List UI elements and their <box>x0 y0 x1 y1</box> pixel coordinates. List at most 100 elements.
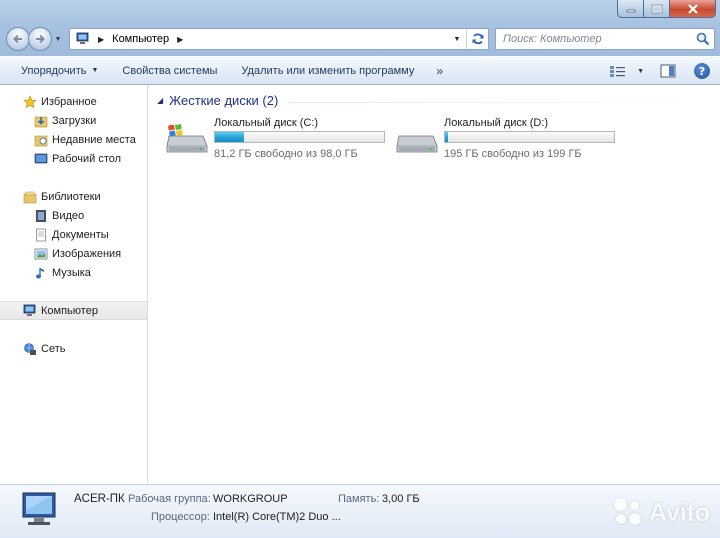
recent-places-icon <box>33 132 49 148</box>
nav-label: Музыка <box>52 266 91 279</box>
downloads-folder-icon <box>33 113 49 129</box>
nav-item-libraries[interactable]: Библиотеки <box>0 187 147 206</box>
memory-label: Память: <box>338 493 380 505</box>
computer-icon <box>76 32 89 44</box>
group-divider <box>289 102 709 103</box>
explorer-window: ▼ ▶ Компьютер ▶ ▼ Поиск: Компьютер Упоря… <box>0 0 720 538</box>
libraries-icon <box>22 189 38 205</box>
drive-name: Локальный диск (C:) <box>214 117 319 129</box>
workgroup-value: WORKGROUP <box>213 493 288 505</box>
command-bar: Упорядочить ▼ Свойства системы Удалить ил… <box>0 56 720 85</box>
nav-label: Недавние места <box>52 133 136 146</box>
workgroup-label: Рабочая группа: <box>128 493 211 505</box>
close-icon <box>687 3 698 14</box>
star-icon <box>22 94 38 110</box>
view-icon <box>610 66 626 77</box>
organize-label: Упорядочить <box>21 64 87 77</box>
navigation-pane: Избранное Загрузки Недавние места Рабочи… <box>0 86 148 484</box>
breadcrumb-separator-icon[interactable]: ▶ <box>98 35 104 44</box>
forward-button[interactable] <box>28 27 52 51</box>
content-area: ◢ Жесткие диски (2) Локальный диск (C:) … <box>149 86 720 484</box>
hard-drive-icon <box>396 135 438 153</box>
help-icon: ? <box>694 63 710 79</box>
close-button[interactable] <box>670 0 716 18</box>
refresh-button[interactable] <box>466 29 488 49</box>
group-header[interactable]: ◢ Жесткие диски (2) <box>157 93 278 108</box>
nav-item-pictures[interactable]: Изображения <box>0 244 147 263</box>
recent-pages-dropdown[interactable]: ▼ <box>53 27 63 51</box>
nav-item-video[interactable]: Видео <box>0 206 147 225</box>
cpu-value: Intel(R) Core(TM)2 Duo ... <box>213 511 341 523</box>
nav-item-documents[interactable]: Документы <box>0 225 147 244</box>
avito-logo-icon <box>612 496 644 528</box>
nav-item-music[interactable]: Музыка <box>0 263 147 282</box>
collapse-triangle-icon[interactable]: ◢ <box>157 96 163 105</box>
search-box[interactable]: Поиск: Компьютер <box>495 28 715 50</box>
nav-label: Изображения <box>52 247 122 260</box>
title-bar: ▼ ▶ Компьютер ▶ ▼ Поиск: Компьютер <box>0 0 720 56</box>
address-dropdown[interactable]: ▼ <box>450 29 464 49</box>
nav-label: Загрузки <box>52 114 97 127</box>
back-button[interactable] <box>6 27 30 51</box>
drive-free-space: 81,2 ГБ свободно из 98,0 ГБ <box>214 148 358 160</box>
video-icon <box>33 208 49 224</box>
back-arrow-icon <box>13 34 22 44</box>
nav-item-downloads[interactable]: Загрузки <box>0 111 147 130</box>
minimize-icon <box>626 9 635 12</box>
watermark-text: Avito <box>648 496 710 527</box>
view-options-dropdown[interactable]: ▼ <box>633 57 648 85</box>
memory-value: 3,00 ГБ <box>382 493 420 505</box>
nav-item-favorites[interactable]: Избранное <box>0 92 147 111</box>
nav-item-desktop[interactable]: Рабочий стол <box>0 149 147 168</box>
maximize-icon <box>651 4 662 13</box>
help-button[interactable]: ? <box>688 57 720 85</box>
drive-name: Локальный диск (D:) <box>444 117 549 129</box>
maximize-button[interactable] <box>644 0 670 18</box>
network-icon <box>22 341 38 357</box>
computer-icon <box>22 492 56 525</box>
uninstall-program-button[interactable]: Удалить или изменить программу <box>229 57 426 85</box>
search-placeholder[interactable]: Поиск: Компьютер <box>503 33 602 45</box>
music-icon <box>33 265 49 281</box>
preview-pane-button[interactable] <box>648 57 688 85</box>
nav-label: Компьютер <box>41 304 98 317</box>
drive-usage-fill <box>445 132 449 142</box>
cpu-label: Процессор: <box>151 511 210 523</box>
more-commands-button[interactable]: » <box>426 64 453 78</box>
nav-label: Видео <box>52 209 85 222</box>
nav-label: Рабочий стол <box>52 152 122 165</box>
drive-c[interactable]: Локальный диск (C:) 81,2 ГБ свободно из … <box>165 116 395 162</box>
minimize-button[interactable] <box>617 0 644 18</box>
drive-usage-fill <box>215 132 244 142</box>
preview-pane-icon <box>660 64 676 78</box>
change-view-button[interactable] <box>603 57 633 85</box>
computer-name: ACER-ПК <box>74 493 125 505</box>
forward-arrow-icon <box>36 34 45 44</box>
chevron-down-icon: ▼ <box>91 67 99 74</box>
view-controls: ▼ ? <box>603 57 720 85</box>
refresh-icon <box>472 33 483 45</box>
drive-free-space: 195 ГБ свободно из 199 ГБ <box>444 148 582 160</box>
nav-item-computer[interactable]: Компьютер <box>0 301 147 320</box>
computer-icon <box>22 303 38 319</box>
organize-menu[interactable]: Упорядочить ▼ <box>0 57 110 85</box>
address-bar[interactable]: ▶ Компьютер ▶ ▼ <box>69 28 489 50</box>
nav-item-network[interactable]: Сеть <box>0 339 147 358</box>
nav-label: Сеть <box>41 342 66 355</box>
group-title: Жесткие диски (2) <box>169 93 279 108</box>
documents-icon <box>33 227 49 243</box>
avito-watermark: Avito <box>612 496 710 528</box>
caption-buttons <box>617 0 716 18</box>
drive-usage-bar <box>444 131 615 143</box>
nav-label: Документы <box>52 228 109 241</box>
nav-label: Библиотеки <box>41 190 101 203</box>
breadcrumb-separator-icon[interactable]: ▶ <box>177 35 183 44</box>
system-drive-icon <box>166 123 208 153</box>
breadcrumb-computer[interactable]: Компьютер <box>112 33 169 45</box>
drive-d[interactable]: Локальный диск (D:) 195 ГБ свободно из 1… <box>395 116 625 162</box>
desktop-icon <box>33 151 49 167</box>
drive-usage-bar <box>214 131 385 143</box>
nav-item-recent[interactable]: Недавние места <box>0 130 147 149</box>
search-icon[interactable] <box>696 32 710 46</box>
system-properties-button[interactable]: Свойства системы <box>110 57 229 85</box>
